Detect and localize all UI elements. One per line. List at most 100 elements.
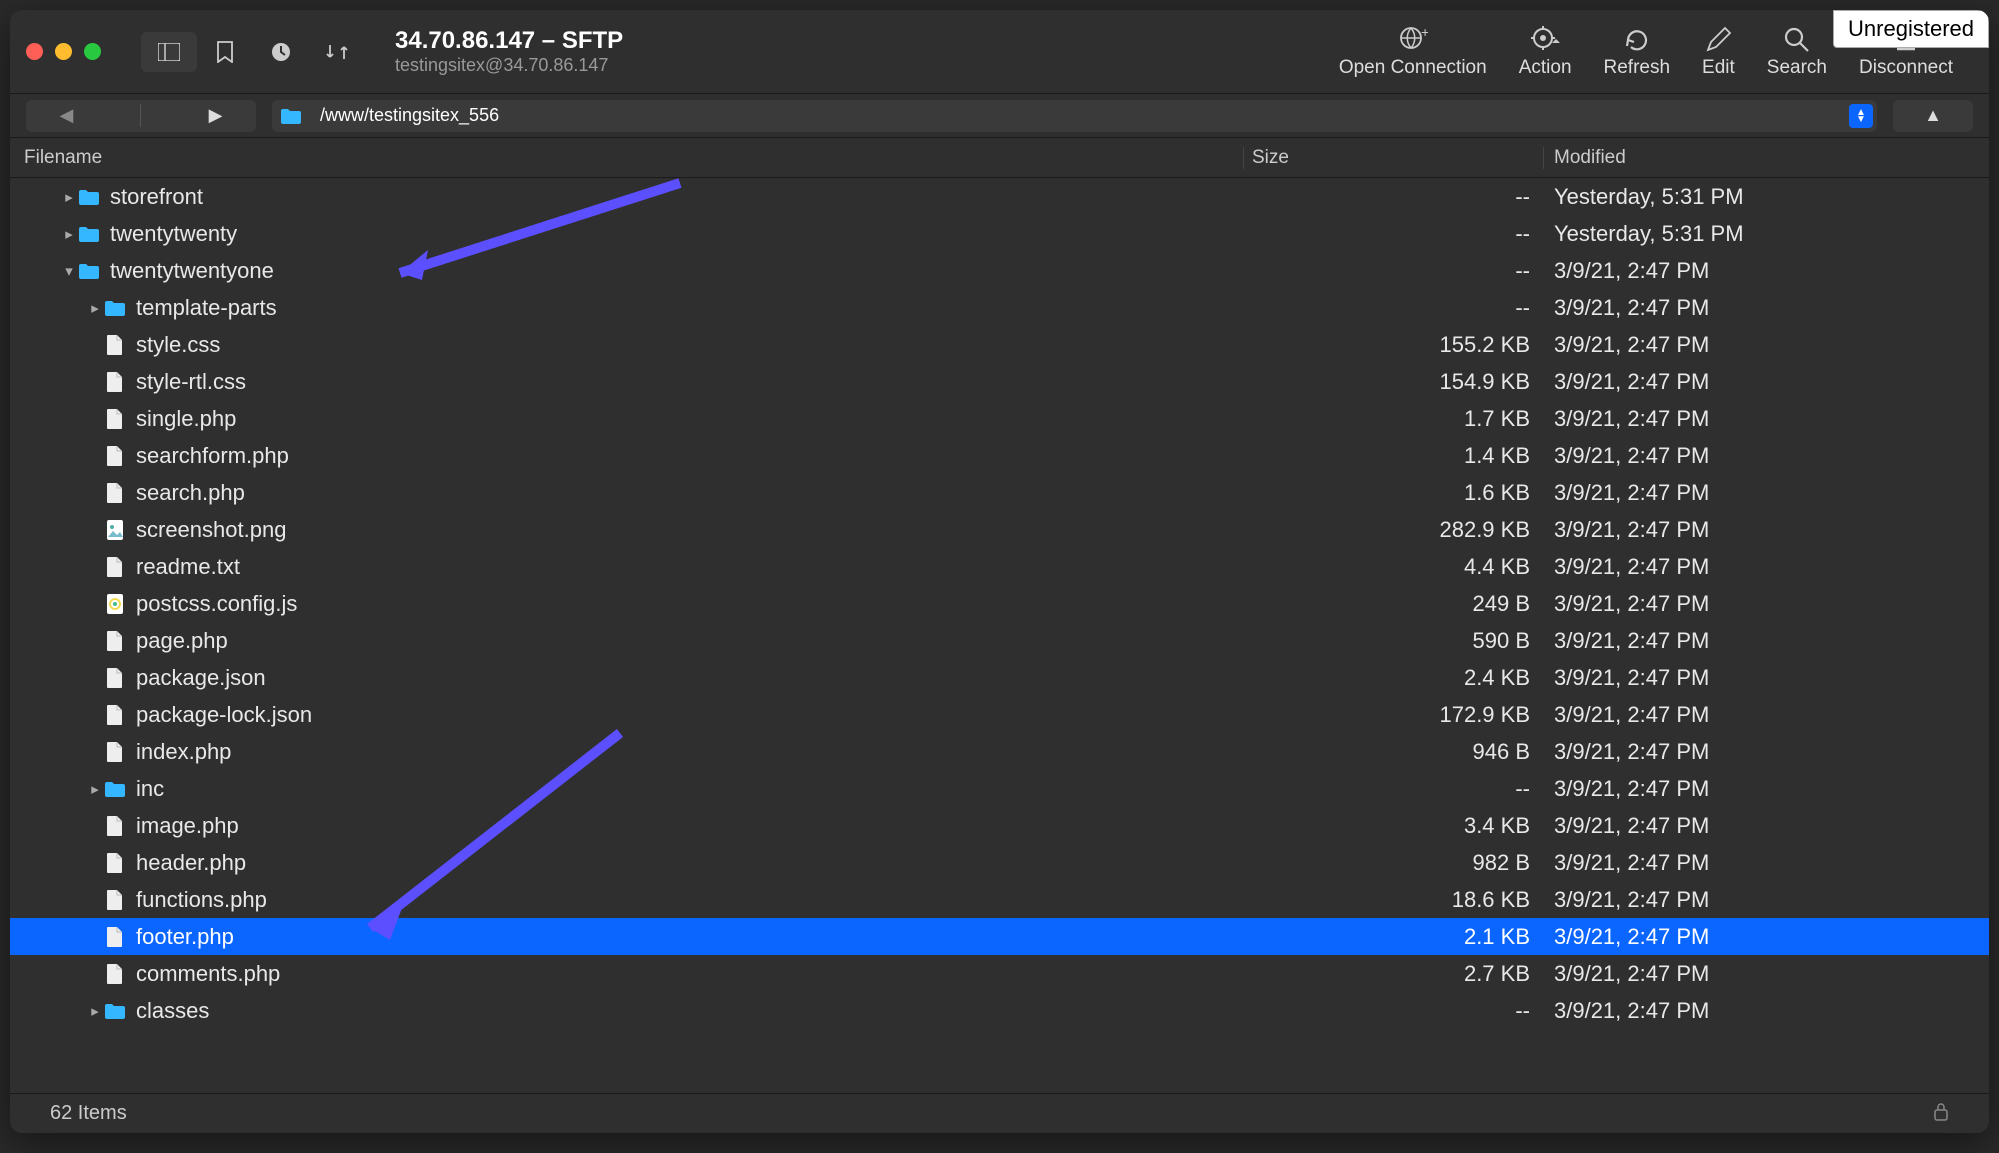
- file-row[interactable]: style.css155.2 KB3/9/21, 2:47 PM: [10, 326, 1989, 363]
- file-name: package-lock.json: [136, 702, 312, 728]
- file-row[interactable]: style-rtl.css154.9 KB3/9/21, 2:47 PM: [10, 363, 1989, 400]
- action-menu-button[interactable]: Action: [1519, 25, 1572, 79]
- file-modified: 3/9/21, 2:47 PM: [1544, 591, 1989, 617]
- file-row[interactable]: single.php1.7 KB3/9/21, 2:47 PM: [10, 400, 1989, 437]
- file-row[interactable]: ▸classes--3/9/21, 2:47 PM: [10, 992, 1989, 1029]
- disclosure-triangle[interactable]: ▸: [60, 188, 78, 206]
- minimize-window-button[interactable]: [55, 43, 72, 60]
- file-name: style-rtl.css: [136, 369, 246, 395]
- file-row[interactable]: search.php 1.6 KB3/9/21, 2:47 PM: [10, 474, 1989, 511]
- path-field[interactable]: /www/testingsitex_556 ▲▼: [272, 100, 1877, 132]
- file-row[interactable]: ▸template-parts--3/9/21, 2:47 PM: [10, 289, 1989, 326]
- window-subtitle: testingsitex@34.70.86.147: [395, 55, 623, 76]
- file-row[interactable]: package.json2.4 KB3/9/21, 2:47 PM: [10, 659, 1989, 696]
- file-row[interactable]: index.php946 B3/9/21, 2:47 PM: [10, 733, 1989, 770]
- file-row[interactable]: package-lock.json172.9 KB3/9/21, 2:47 PM: [10, 696, 1989, 733]
- file-row[interactable]: ▸twentytwenty--Yesterday, 5:31 PM: [10, 215, 1989, 252]
- app-window: Unregistered 34.70.86.147 – SFTP testing…: [10, 10, 1989, 1133]
- file-name: twentytwentyone: [110, 258, 274, 284]
- file-modified: Yesterday, 5:31 PM: [1544, 184, 1989, 210]
- file-row[interactable]: ▸inc--3/9/21, 2:47 PM: [10, 770, 1989, 807]
- edit-label: Edit: [1702, 57, 1735, 79]
- disclosure-triangle: [86, 373, 104, 390]
- file-modified: 3/9/21, 2:47 PM: [1544, 998, 1989, 1024]
- nav-back-forward: ◀ ▶: [26, 100, 256, 132]
- file-row[interactable]: ▸storefront--Yesterday, 5:31 PM: [10, 178, 1989, 215]
- file-icon: [104, 741, 126, 763]
- history-button[interactable]: [253, 32, 309, 72]
- file-icon: [104, 482, 126, 504]
- file-icon: [104, 334, 126, 356]
- file-icon: [104, 704, 126, 726]
- nav-back-button[interactable]: ◀: [60, 105, 74, 126]
- file-row[interactable]: ▾twentytwentyone--3/9/21, 2:47 PM: [10, 252, 1989, 289]
- open-connection-button[interactable]: + Open Connection: [1339, 25, 1487, 79]
- file-size: --: [1244, 776, 1544, 802]
- file-name: twentytwenty: [110, 221, 237, 247]
- file-size: 982 B: [1244, 850, 1544, 876]
- file-modified: 3/9/21, 2:47 PM: [1544, 480, 1989, 506]
- file-size: 3.4 KB: [1244, 813, 1544, 839]
- file-list[interactable]: ▸storefront--Yesterday, 5:31 PM▸twentytw…: [10, 178, 1989, 1093]
- go-up-button[interactable]: ▲: [1893, 100, 1973, 132]
- file-row[interactable]: postcss.config.js249 B3/9/21, 2:47 PM: [10, 585, 1989, 622]
- file-modified: 3/9/21, 2:47 PM: [1544, 517, 1989, 543]
- search-label: Search: [1767, 57, 1827, 79]
- transfers-button[interactable]: [309, 32, 365, 72]
- file-modified: 3/9/21, 2:47 PM: [1544, 739, 1989, 765]
- file-row[interactable]: page.php590 B3/9/21, 2:47 PM: [10, 622, 1989, 659]
- disclosure-triangle: [86, 521, 104, 538]
- column-size[interactable]: Size: [1244, 147, 1544, 169]
- file-row[interactable]: footer.php2.1 KB3/9/21, 2:47 PM: [10, 918, 1989, 955]
- search-button[interactable]: Search: [1767, 25, 1827, 79]
- pathbar: ◀ ▶ /www/testingsitex_556 ▲▼ ▲: [10, 94, 1989, 138]
- file-row[interactable]: searchform.php1.4 KB3/9/21, 2:47 PM: [10, 437, 1989, 474]
- file-modified: Yesterday, 5:31 PM: [1544, 221, 1989, 247]
- file-row[interactable]: comments.php2.7 KB3/9/21, 2:47 PM: [10, 955, 1989, 992]
- column-modified[interactable]: Modified: [1544, 147, 1989, 169]
- file-modified: 3/9/21, 2:47 PM: [1544, 702, 1989, 728]
- file-size: 1.6 KB: [1244, 480, 1544, 506]
- disclosure-triangle[interactable]: ▸: [86, 780, 104, 798]
- file-name: footer.php: [136, 924, 234, 950]
- disclosure-triangle[interactable]: ▾: [60, 262, 78, 280]
- file-icon: [104, 667, 126, 689]
- file-row[interactable]: image.php3.4 KB3/9/21, 2:47 PM: [10, 807, 1989, 844]
- open-connection-label: Open Connection: [1339, 57, 1487, 79]
- file-icon: [104, 445, 126, 467]
- statusbar: 62 Items: [10, 1093, 1989, 1133]
- nav-forward-button[interactable]: ▶: [209, 105, 223, 126]
- file-modified: 3/9/21, 2:47 PM: [1544, 628, 1989, 654]
- file-name: search.php: [136, 480, 245, 506]
- disclosure-triangle[interactable]: ▸: [60, 225, 78, 243]
- file-icon: [104, 889, 126, 911]
- column-filename[interactable]: Filename: [10, 147, 1244, 169]
- edit-button[interactable]: Edit: [1702, 25, 1735, 79]
- refresh-button[interactable]: Refresh: [1604, 25, 1671, 79]
- file-icon: [104, 630, 126, 652]
- file-row[interactable]: screenshot.png282.9 KB3/9/21, 2:47 PM: [10, 511, 1989, 548]
- file-modified: 3/9/21, 2:47 PM: [1544, 258, 1989, 284]
- disclosure-triangle: [86, 410, 104, 427]
- file-modified: 3/9/21, 2:47 PM: [1544, 332, 1989, 358]
- disclosure-triangle[interactable]: ▸: [86, 299, 104, 317]
- disclosure-triangle: [86, 706, 104, 723]
- file-name: comments.php: [136, 961, 280, 987]
- file-size: 2.1 KB: [1244, 924, 1544, 950]
- file-size: 18.6 KB: [1244, 887, 1544, 913]
- unregistered-badge: Unregistered: [1833, 10, 1989, 48]
- file-row[interactable]: readme.txt4.4 KB3/9/21, 2:47 PM: [10, 548, 1989, 585]
- bookmarks-button[interactable]: [197, 32, 253, 72]
- file-row[interactable]: functions.php18.6 KB3/9/21, 2:47 PM: [10, 881, 1989, 918]
- file-name: image.php: [136, 813, 239, 839]
- zoom-window-button[interactable]: [84, 43, 101, 60]
- file-modified: 3/9/21, 2:47 PM: [1544, 295, 1989, 321]
- file-row[interactable]: header.php982 B3/9/21, 2:47 PM: [10, 844, 1989, 881]
- refresh-label: Refresh: [1604, 57, 1671, 79]
- file-icon: [104, 852, 126, 874]
- toggle-sidebar-button[interactable]: [141, 32, 197, 72]
- file-size: 946 B: [1244, 739, 1544, 765]
- path-dropdown-button[interactable]: ▲▼: [1849, 104, 1873, 128]
- close-window-button[interactable]: [26, 43, 43, 60]
- disclosure-triangle[interactable]: ▸: [86, 1002, 104, 1020]
